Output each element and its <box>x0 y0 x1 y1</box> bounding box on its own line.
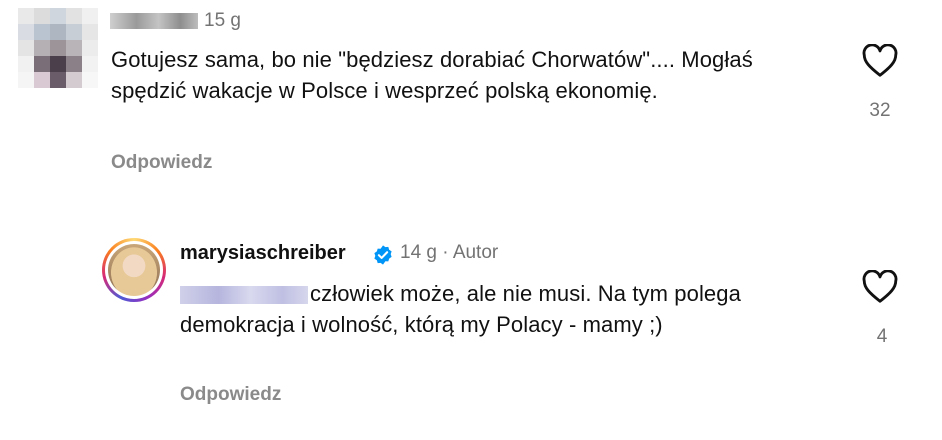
like-count: 4 <box>876 326 888 347</box>
comment-meta: 14 g · Autor <box>400 242 499 263</box>
verified-badge-icon <box>372 244 394 266</box>
comment-item: marysiaschreiber 14 g · Autor człowiek m… <box>0 232 942 432</box>
username[interactable]: marysiaschreiber <box>180 242 346 265</box>
comment-item: 15 g Gotujesz sama, bo nie "będziesz dor… <box>0 0 942 200</box>
comment-timestamp: 15 g <box>204 10 241 31</box>
heart-icon[interactable] <box>862 269 898 304</box>
reply-button[interactable]: Odpowiedz <box>180 384 281 406</box>
avatar[interactable] <box>102 238 166 302</box>
avatar-photo <box>108 244 160 296</box>
like-count: 32 <box>869 100 891 121</box>
reply-button[interactable]: Odpowiedz <box>111 152 212 174</box>
username-blurred[interactable] <box>110 13 198 29</box>
comment-text: Gotujesz sama, bo nie "będziesz dorabiać… <box>111 47 753 103</box>
heart-icon[interactable] <box>862 43 898 78</box>
comment-text: człowiek może, ale nie musi. Na tym pole… <box>180 281 741 337</box>
avatar-blurred[interactable] <box>18 8 98 88</box>
